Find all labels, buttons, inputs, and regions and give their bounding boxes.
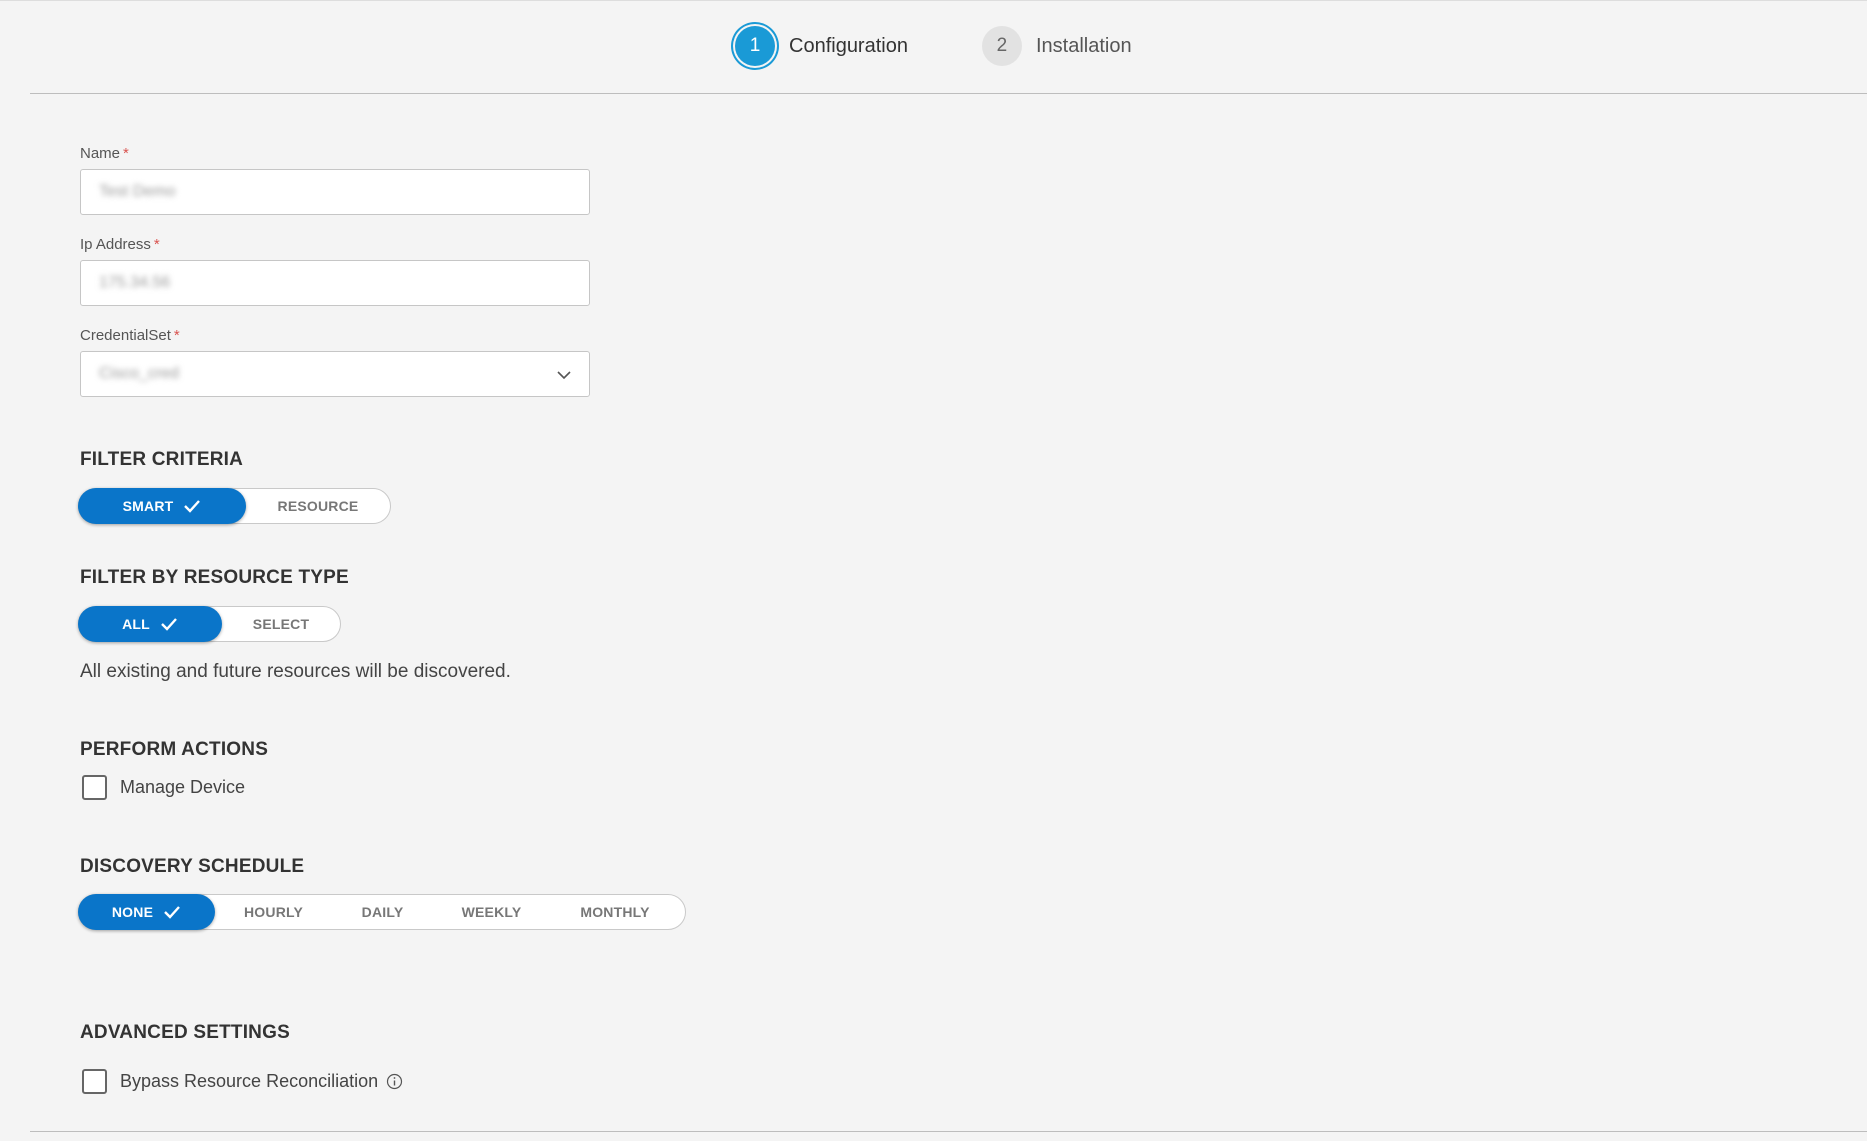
perform-actions-title: PERFORM ACTIONS [80, 739, 269, 760]
chevron-down-icon [557, 371, 571, 380]
step-installation[interactable]: 2 Installation [981, 26, 1132, 66]
schedule-monthly-option[interactable]: MONTHLY [550, 894, 680, 930]
schedule-hourly-option[interactable]: HOURLY [215, 894, 332, 930]
step-label: Configuration [789, 34, 908, 57]
option-label: RESOURCE [277, 498, 359, 514]
name-input-value: Test Demo [99, 183, 176, 200]
filter-criteria-resource-option[interactable]: RESOURCE [246, 488, 390, 524]
discovery-schedule-toggle: NONE HOURLY DAILY WEEKLY MONTHLY [78, 894, 686, 930]
resource-type-all-option[interactable]: ALL [78, 606, 222, 642]
wizard-stepper: 1 Configuration 2 Installation [735, 26, 1206, 66]
step-number-badge: 2 [981, 26, 1022, 66]
schedule-none-option[interactable]: NONE [78, 894, 215, 930]
discovery-schedule-title: DISCOVERY SCHEDULE [80, 856, 305, 877]
resource-type-select-option[interactable]: SELECT [222, 606, 340, 642]
ip-address-input[interactable]: 175.34.56 [80, 260, 590, 306]
check-icon [161, 618, 177, 631]
step-configuration[interactable]: 1 Configuration [735, 26, 908, 66]
option-label: MONTHLY [580, 904, 650, 920]
bypass-reconciliation-row: Bypass Resource Reconciliation [82, 1069, 403, 1094]
resource-type-description: All existing and future resources will b… [80, 661, 511, 682]
ip-address-field-group: Ip Address * 175.34.56 [80, 236, 590, 306]
required-mark: * [173, 327, 180, 344]
name-input[interactable]: Test Demo [80, 169, 590, 215]
option-label: SELECT [252, 616, 310, 632]
stepper-divider [30, 93, 1867, 94]
filter-criteria-toggle: SMART RESOURCE [78, 488, 391, 524]
credential-set-label: CredentialSet * [80, 327, 590, 345]
check-icon [164, 906, 181, 919]
top-border [0, 0, 1867, 1]
name-field-group: Name * Test Demo [80, 145, 590, 215]
advanced-settings-title: ADVANCED SETTINGS [80, 1022, 290, 1043]
option-label: DAILY [361, 904, 404, 920]
option-label: SMART [122, 498, 174, 514]
bypass-reconciliation-checkbox[interactable] [82, 1069, 107, 1094]
step-label: Installation [1035, 34, 1132, 57]
schedule-daily-option[interactable]: DAILY [332, 894, 433, 930]
schedule-weekly-option[interactable]: WEEKLY [433, 894, 550, 930]
option-label: HOURLY [243, 904, 304, 920]
credential-set-label-text: CredentialSet [80, 327, 171, 344]
option-label: WEEKLY [461, 904, 522, 920]
required-mark: * [123, 145, 129, 162]
manage-device-row: Manage Device [82, 775, 245, 800]
name-label-text: Name [80, 145, 121, 162]
option-label: ALL [122, 616, 150, 632]
filter-criteria-title: FILTER CRITERIA [80, 449, 244, 470]
required-mark: * [153, 236, 160, 253]
bypass-reconciliation-label[interactable]: Bypass Resource Reconciliation [120, 1071, 378, 1092]
ip-address-label-text: Ip Address [80, 236, 151, 253]
option-label: NONE [111, 904, 154, 920]
step-number-badge: 1 [735, 26, 775, 66]
credential-set-select[interactable]: Cisco_cred [80, 351, 590, 397]
bottom-divider [30, 1131, 1867, 1132]
info-icon[interactable] [386, 1073, 403, 1090]
name-label: Name * [80, 145, 590, 163]
resource-type-toggle: ALL SELECT [78, 606, 341, 642]
ip-address-input-value: 175.34.56 [99, 274, 171, 291]
discovery-config-page: 1 Configuration 2 Installation Name * Tes… [0, 0, 1867, 1141]
manage-device-label[interactable]: Manage Device [120, 777, 245, 798]
ip-address-label: Ip Address * [80, 236, 590, 254]
manage-device-checkbox[interactable] [82, 775, 107, 800]
credential-set-value: Cisco_cred [99, 365, 180, 382]
filter-criteria-smart-option[interactable]: SMART [78, 488, 246, 524]
filter-by-resource-type-title: FILTER BY RESOURCE TYPE [80, 567, 349, 588]
check-icon [184, 500, 201, 513]
credential-set-field-group: CredentialSet * Cisco_cred [80, 327, 590, 397]
